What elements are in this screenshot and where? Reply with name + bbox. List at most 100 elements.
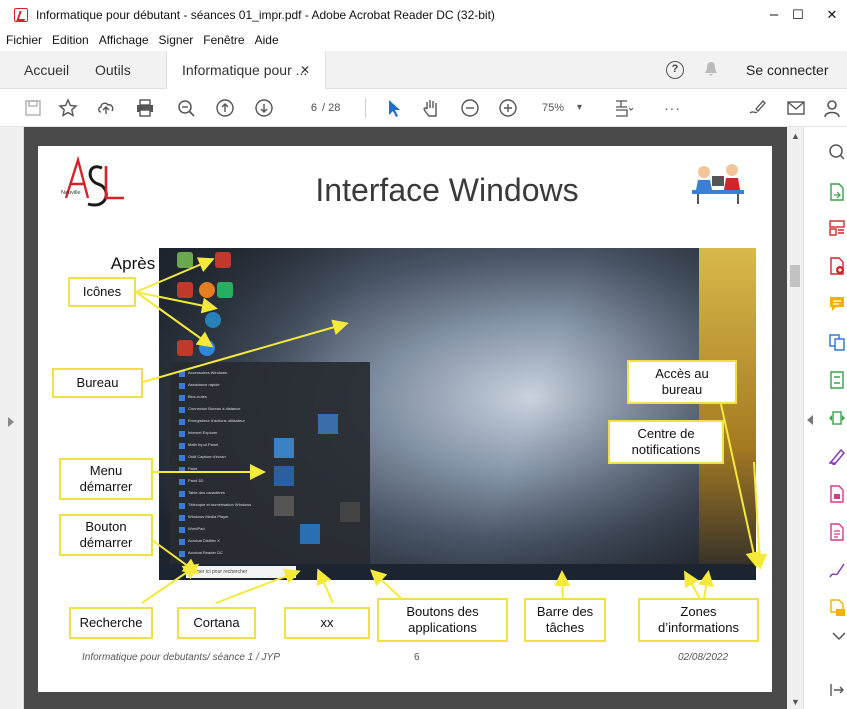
- request-signature-icon[interactable]: [828, 561, 846, 579]
- acrobat-icon: [14, 8, 28, 22]
- vertical-scrollbar[interactable]: ▲ ▼: [787, 127, 803, 709]
- people-at-desk-icon: [692, 164, 744, 204]
- windows-desktop-screenshot: Accessoires Windows Assistance rapide Bl…: [159, 248, 756, 580]
- collapse-tools-pane-icon[interactable]: [828, 681, 846, 699]
- callout-recherche-label: Recherche: [79, 614, 143, 630]
- toolbar: 6 / 28 75% ▾ ···: [0, 89, 847, 127]
- callout-centre-notifications-line1: Centre de: [637, 425, 695, 441]
- email-icon[interactable]: [785, 97, 807, 119]
- tab-bar: Accueil Outils Informatique pour ... ✕ ?…: [0, 51, 847, 89]
- share-user-icon[interactable]: [822, 97, 844, 119]
- menu-affichage[interactable]: Affichage: [99, 33, 149, 47]
- callout-icones: Icônes: [68, 277, 136, 307]
- callout-zones-informations-line1: Zones: [680, 603, 717, 619]
- tab-close-button[interactable]: ✕: [300, 51, 310, 89]
- start-tile: [318, 414, 338, 434]
- zoom-level[interactable]: 75%: [542, 89, 564, 127]
- scrollbar-thumb[interactable]: [790, 265, 800, 287]
- scan-ocr-icon[interactable]: [828, 409, 846, 427]
- menu-fichier[interactable]: Fichier: [6, 33, 42, 47]
- protect-pdf-icon[interactable]: [828, 485, 846, 503]
- menu-fenetre[interactable]: Fenêtre: [203, 33, 244, 47]
- combine-files-icon[interactable]: [828, 333, 846, 351]
- send-track-icon[interactable]: [828, 599, 846, 617]
- callout-cortana: Cortana: [177, 607, 256, 639]
- zoom-in-icon[interactable]: [497, 97, 519, 119]
- bookmark-star-icon[interactable]: [57, 97, 79, 119]
- select-cursor-icon[interactable]: [383, 97, 405, 119]
- zoom-out-search-icon[interactable]: [175, 97, 197, 119]
- callout-xx: xx: [284, 607, 370, 639]
- export-pdf-icon[interactable]: [828, 183, 846, 201]
- desktop-app-icon: [205, 312, 221, 328]
- taskbar-search-box: Taper ici pour rechercher: [186, 566, 296, 578]
- callout-bouton-demarrer-line2: démarrer: [79, 535, 133, 550]
- compress-pdf-icon[interactable]: [828, 371, 846, 389]
- scroll-down-icon[interactable]: ▼: [791, 697, 800, 707]
- desktop-app-icon: [177, 340, 193, 356]
- sign-in-button[interactable]: Se connecter: [746, 51, 829, 89]
- right-tools-panel: [803, 127, 847, 709]
- start-tile: [340, 502, 360, 522]
- more-tools-button[interactable]: ···: [664, 89, 681, 127]
- pdf-page: Neuville Interface Windows Après démarra…: [38, 146, 772, 692]
- callout-boutons-applications-line2: applications: [408, 620, 477, 635]
- callout-boutons-applications: Boutons des applications: [377, 598, 508, 642]
- callout-menu-demarrer: Menu démarrer: [59, 458, 153, 500]
- callout-recherche: Recherche: [69, 607, 153, 639]
- desktop-app-icon: [215, 252, 231, 268]
- start-tile: [300, 524, 320, 544]
- expand-left-panel-icon[interactable]: [8, 417, 14, 427]
- start-menu-screenshot: Accessoires Windows Assistance rapide Bl…: [170, 362, 370, 564]
- bell-icon[interactable]: [704, 61, 718, 77]
- print-icon[interactable]: [134, 97, 156, 119]
- taskbar-screenshot: Taper ici pour rechercher: [159, 564, 756, 580]
- menu-bar: Fichier Edition Affichage Signer Fenêtre…: [0, 30, 847, 50]
- window-title: Informatique pour débutant - séances 01_…: [36, 8, 495, 22]
- start-tile: [274, 496, 294, 516]
- tab-tools[interactable]: Outils: [95, 51, 131, 89]
- desktop-app-icon: [177, 252, 193, 268]
- left-navigation-rail[interactable]: [0, 127, 24, 709]
- upload-cloud-icon[interactable]: [95, 97, 117, 119]
- start-tile: [274, 466, 294, 486]
- more-tools-chevron-icon[interactable]: [830, 627, 847, 641]
- comment-icon[interactable]: [828, 295, 846, 313]
- previous-page-icon[interactable]: [214, 97, 236, 119]
- page-number-input[interactable]: 6: [293, 99, 317, 117]
- menu-signer[interactable]: Signer: [159, 33, 194, 47]
- wallpaper-stripe: [699, 248, 756, 580]
- sign-pen-icon[interactable]: [746, 97, 768, 119]
- menu-aide[interactable]: Aide: [255, 33, 279, 47]
- hand-tool-icon[interactable]: [420, 97, 442, 119]
- zoom-out-icon[interactable]: [459, 97, 481, 119]
- fit-page-icon[interactable]: [612, 97, 634, 119]
- save-icon[interactable]: [22, 97, 44, 119]
- callout-zones-informations: Zones d’informations: [638, 598, 759, 642]
- close-button[interactable]: ✕: [812, 0, 847, 30]
- callout-boutons-applications-line1: Boutons des: [406, 603, 479, 619]
- organize-pages-icon[interactable]: [828, 219, 846, 237]
- callout-menu-demarrer-line1: Menu: [89, 462, 123, 478]
- create-pdf-icon[interactable]: [828, 257, 846, 275]
- help-icon[interactable]: ?: [666, 61, 684, 79]
- edit-pdf-icon[interactable]: [828, 523, 846, 541]
- callout-cortana-label: Cortana: [193, 614, 240, 630]
- zoom-tool-icon[interactable]: [828, 143, 846, 161]
- desktop-app-icon: [177, 282, 193, 298]
- scroll-up-icon[interactable]: ▲: [791, 131, 800, 141]
- tab-home[interactable]: Accueil: [24, 51, 69, 89]
- callout-barre-taches: Barre des tâches: [524, 598, 606, 642]
- zoom-dropdown-icon[interactable]: ▾: [577, 89, 582, 127]
- slide-page-number: 6: [414, 652, 420, 663]
- callout-bureau-label: Bureau: [76, 374, 119, 390]
- title-bar: Informatique pour débutant - séances 01_…: [0, 0, 847, 30]
- callout-centre-notifications: Centre de notifications: [608, 420, 724, 464]
- menu-edition[interactable]: Edition: [52, 33, 89, 47]
- fill-sign-icon[interactable]: [828, 447, 846, 467]
- collapse-right-panel-icon[interactable]: [807, 415, 813, 425]
- next-page-icon[interactable]: [253, 97, 275, 119]
- callout-barre-taches-line2: tâches: [545, 620, 585, 635]
- callout-zones-informations-line2: d’informations: [658, 620, 739, 635]
- toolbar-divider: [365, 98, 366, 118]
